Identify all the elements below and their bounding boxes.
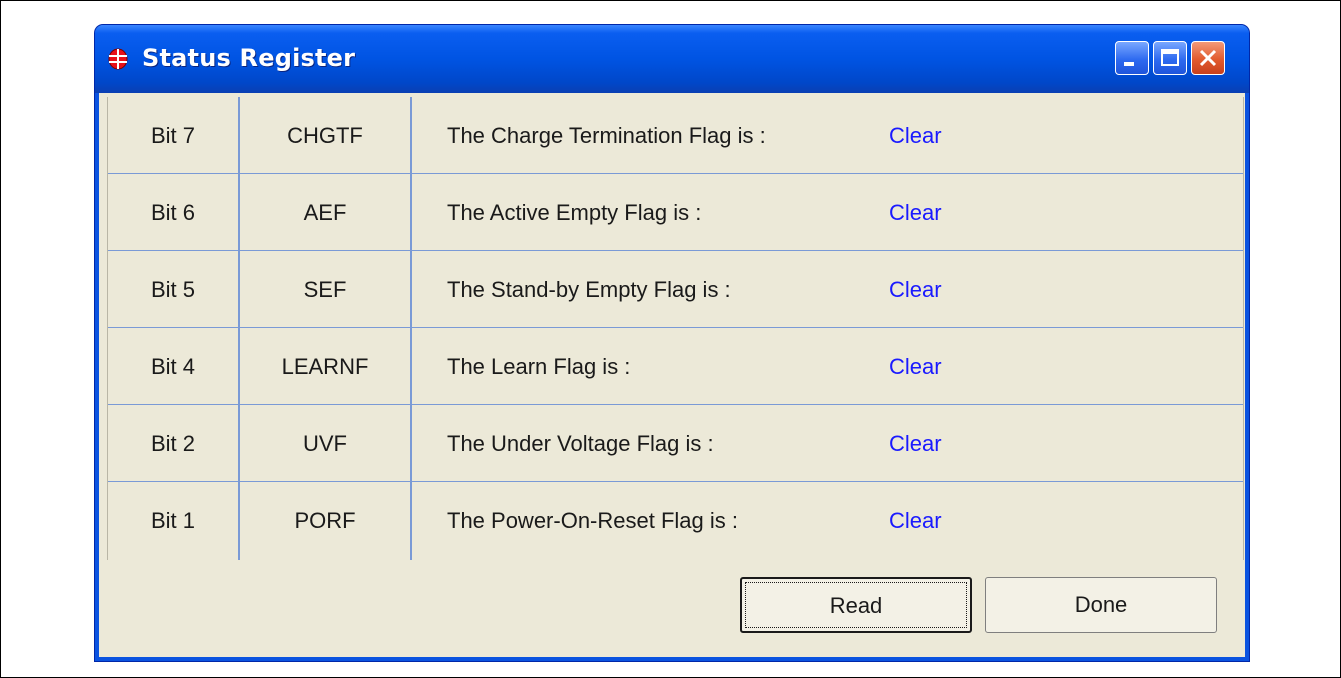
status-row-bit6: Bit 6 AEF The Active Empty Flag is : Cle…: [108, 174, 1243, 251]
window-title: Status Register: [142, 44, 356, 72]
close-icon: [1199, 49, 1217, 67]
status-row-bit4: Bit 4 LEARNF The Learn Flag is : Clear: [108, 328, 1243, 405]
status-grid: Bit 7 CHGTF The Charge Termination Flag …: [107, 97, 1244, 560]
status-row-bit1: Bit 1 PORF The Power-On-Reset Flag is : …: [108, 482, 1243, 559]
flag-description: The Charge Termination Flag is :: [447, 123, 766, 148]
dialog-client-area: Bit 7 CHGTF The Charge Termination Flag …: [99, 93, 1245, 657]
status-row-bit7: Bit 7 CHGTF The Charge Termination Flag …: [108, 97, 1243, 174]
flag-name: LEARNF: [281, 354, 369, 379]
app-logo-icon: [108, 47, 128, 71]
status-row-bit2: Bit 2 UVF The Under Voltage Flag is : Cl…: [108, 405, 1243, 482]
bit-label: Bit 5: [150, 277, 196, 302]
flag-description: The Power-On-Reset Flag is :: [447, 508, 738, 533]
bit-label: Bit 6: [150, 200, 196, 225]
flag-description: The Active Empty Flag is :: [447, 200, 702, 225]
bit-label: Bit 7: [150, 123, 196, 148]
flag-status: Clear: [889, 277, 942, 302]
focus-rectangle: [745, 582, 967, 628]
flag-name: PORF: [294, 508, 356, 533]
minimize-icon: [1124, 62, 1134, 66]
flag-status: Clear: [889, 431, 942, 456]
close-button[interactable]: [1191, 41, 1225, 75]
flag-name: UVF: [303, 431, 347, 456]
status-row-bit5: Bit 5 SEF The Stand-by Empty Flag is : C…: [108, 251, 1243, 328]
flag-description: The Stand-by Empty Flag is :: [447, 277, 731, 302]
flag-status: Clear: [889, 123, 942, 148]
bit-label: Bit 1: [150, 508, 196, 533]
flag-status: Clear: [889, 200, 942, 225]
done-button-label: Done: [1074, 592, 1128, 617]
title-bar[interactable]: Status Register: [95, 25, 1249, 93]
status-register-window: Status Register Bit 7 CHGTF The Charge T…: [95, 25, 1249, 661]
minimize-button[interactable]: [1115, 41, 1149, 75]
read-button[interactable]: Read: [740, 577, 972, 633]
flag-name: AEF: [303, 200, 347, 225]
maximize-icon: [1161, 49, 1179, 66]
flag-status: Clear: [889, 354, 942, 379]
flag-name: CHGTF: [287, 123, 363, 148]
flag-name: SEF: [303, 277, 347, 302]
bit-label: Bit 2: [150, 431, 196, 456]
flag-status: Clear: [889, 508, 942, 533]
flag-description: The Learn Flag is :: [447, 354, 631, 379]
flag-description: The Under Voltage Flag is :: [447, 431, 714, 456]
maximize-button[interactable]: [1153, 41, 1187, 75]
bit-label: Bit 4: [150, 354, 196, 379]
done-button[interactable]: Done: [985, 577, 1217, 633]
